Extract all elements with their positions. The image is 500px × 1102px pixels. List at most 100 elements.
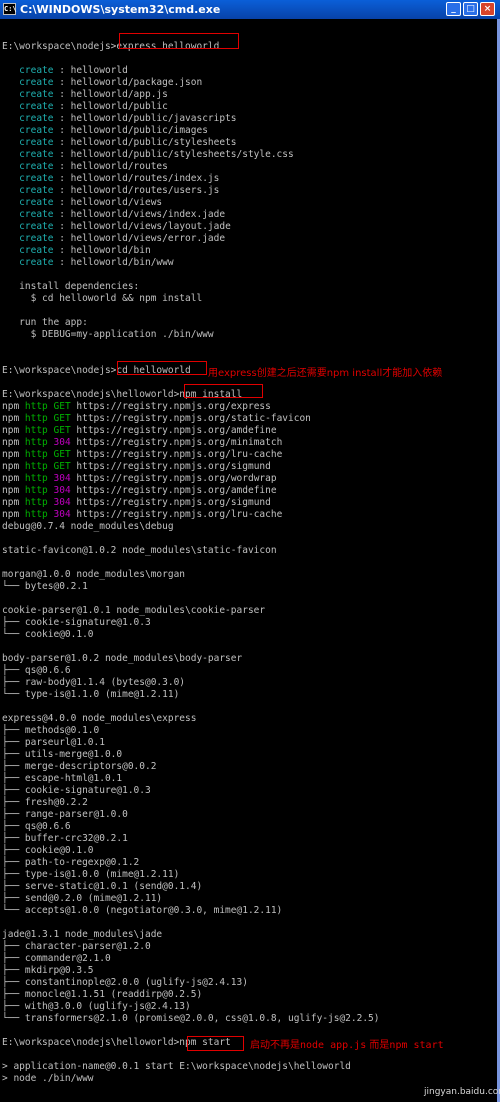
keyword-http: http — [24, 485, 48, 496]
console-line: create : helloworld/views/layout.jade — [2, 221, 231, 232]
keyword-create: create — [2, 89, 54, 100]
window-title: C:\WINDOWS\system32\cmd.exe — [20, 3, 221, 16]
console-line: $ cd helloworld && npm install — [2, 293, 203, 304]
keyword-create: create — [2, 221, 54, 232]
highlight-express-helloworld — [119, 33, 239, 49]
console-line: npm http GET https://registry.npmjs.org/… — [2, 425, 277, 436]
annotation-note-start: 启动不再是node app.js 而是npm start — [250, 1036, 444, 1051]
console-line: $ DEBUG=my-application ./bin/www — [2, 329, 214, 340]
console-line: ├── path-to-regexp@0.1.2 — [2, 857, 140, 868]
minimize-button[interactable]: _ — [446, 2, 461, 16]
console-line: ├── with@3.0.0 (uglify-js@2.4.13) — [2, 1001, 191, 1012]
console-line: ├── qs@0.6.6 — [2, 821, 71, 832]
console-line: create : helloworld/views — [2, 197, 163, 208]
console-line: create : helloworld/routes — [2, 161, 168, 172]
console-line: └── type-is@1.1.0 (mime@1.2.11) — [2, 689, 180, 700]
highlight-npm-start — [187, 1036, 244, 1051]
console-line: ├── monocle@1.1.51 (readdirp@0.2.5) — [2, 989, 203, 1000]
console-line: ├── mkdirp@0.3.5 — [2, 965, 94, 976]
console-line: npm http 304 https://registry.npmjs.org/… — [2, 437, 283, 448]
keyword-create: create — [2, 161, 54, 172]
keyword-http: http — [24, 401, 48, 412]
console-line: > application-name@0.0.1 start E:\worksp… — [2, 1061, 351, 1072]
console-line: ├── character-parser@1.2.0 — [2, 941, 151, 952]
console-line: create : helloworld/views/index.jade — [2, 209, 226, 220]
console-line: └── bytes@0.2.1 — [2, 581, 88, 592]
console-line: ├── methods@0.1.0 — [2, 725, 100, 736]
console-line: npm http GET https://registry.npmjs.org/… — [2, 413, 311, 424]
keyword-http: http — [24, 413, 48, 424]
console-line: ├── cookie-signature@1.0.3 — [2, 785, 151, 796]
console-line: ├── range-parser@1.0.0 — [2, 809, 128, 820]
close-button[interactable]: × — [480, 2, 495, 16]
note-start-c: 而是 — [366, 1040, 390, 1051]
highlight-npm-install — [184, 384, 263, 398]
keyword-create: create — [2, 185, 54, 196]
console-line: npm http 304 https://registry.npmjs.org/… — [2, 473, 277, 484]
console-line: ├── cookie@0.1.0 — [2, 845, 94, 856]
http-status: GET — [47, 413, 71, 424]
keyword-create: create — [2, 137, 54, 148]
keyword-create: create — [2, 245, 54, 256]
console-line: create : helloworld/routes/users.js — [2, 185, 220, 196]
console-line: npm http 304 https://registry.npmjs.org/… — [2, 509, 283, 520]
http-status: 304 — [47, 485, 71, 496]
console-line: ├── parseurl@1.0.1 — [2, 737, 105, 748]
console-line: npm http 304 https://registry.npmjs.org/… — [2, 485, 277, 496]
console-line: static-favicon@1.0.2 node_modules\static… — [2, 545, 277, 556]
console-line: run the app: — [2, 317, 88, 328]
console-line: ├── escape-html@1.0.1 — [2, 773, 123, 784]
console-line: ├── utils-merge@1.0.0 — [2, 749, 123, 760]
console-line: npm http GET https://registry.npmjs.org/… — [2, 449, 283, 460]
console-line: create : helloworld — [2, 65, 128, 76]
maximize-button[interactable]: □ — [463, 2, 478, 16]
keyword-http: http — [24, 509, 48, 520]
console-line: ├── commander@2.1.0 — [2, 953, 111, 964]
console-line: ├── cookie-signature@1.0.3 — [2, 617, 151, 628]
console-line: npm http GET https://registry.npmjs.org/… — [2, 461, 271, 472]
http-status: 304 — [47, 497, 71, 508]
keyword-create: create — [2, 209, 54, 220]
keyword-create: create — [2, 197, 54, 208]
console-line: create : helloworld/views/error.jade — [2, 233, 226, 244]
keyword-create: create — [2, 149, 54, 160]
console-line: ├── send@0.2.0 (mime@1.2.11) — [2, 893, 163, 904]
keyword-http: http — [24, 497, 48, 508]
keyword-create: create — [2, 65, 54, 76]
keyword-create: create — [2, 125, 54, 136]
http-status: 304 — [47, 509, 71, 520]
console-line: ├── raw-body@1.1.4 (bytes@0.3.0) — [2, 677, 186, 688]
keyword-http: http — [24, 437, 48, 448]
keyword-create: create — [2, 77, 54, 88]
console-line: ├── type-is@1.0.0 (mime@1.2.11) — [2, 869, 180, 880]
keyword-create: create — [2, 113, 54, 124]
note-start-d: npm start — [389, 1040, 444, 1051]
http-status: 304 — [47, 473, 71, 484]
console-line: create : helloworld/public/images — [2, 125, 208, 136]
title-bar[interactable]: C:\ C:\WINDOWS\system32\cmd.exe _ □ × — [0, 0, 500, 19]
keyword-http: http — [24, 425, 48, 436]
console-line: install dependencies: — [2, 281, 140, 292]
console-line: ├── buffer-crc32@0.2.1 — [2, 833, 128, 844]
keyword-create: create — [2, 173, 54, 184]
keyword-http: http — [24, 461, 48, 472]
http-status: 304 — [47, 437, 71, 448]
console-line: body-parser@1.0.2 node_modules\body-pars… — [2, 653, 243, 664]
console-line: create : helloworld/bin — [2, 245, 151, 256]
console-line: npm http GET https://registry.npmjs.org/… — [2, 401, 271, 412]
console-line: jade@1.3.1 node_modules\jade — [2, 929, 163, 940]
console-line: npm http 304 https://registry.npmjs.org/… — [2, 497, 271, 508]
cmd-window: C:\ C:\WINDOWS\system32\cmd.exe _ □ × E:… — [0, 0, 500, 1102]
console-line: └── accepts@1.0.0 (negotiator@0.3.0, mim… — [2, 905, 283, 916]
console-output[interactable]: E:\workspace\nodejs>express helloworld c… — [2, 21, 492, 1102]
highlight-cd-helloworld — [117, 361, 207, 375]
http-status: GET — [47, 401, 71, 412]
keyword-create: create — [2, 101, 54, 112]
console-line: create : helloworld/bin/www — [2, 257, 174, 268]
http-status: GET — [47, 449, 71, 460]
cmd-icon[interactable]: C:\ — [3, 3, 17, 15]
console-line: ├── qs@0.6.6 — [2, 665, 71, 676]
console-line: express@4.0.0 node_modules\express — [2, 713, 197, 724]
keyword-http: http — [24, 449, 48, 460]
console-line: create : helloworld/app.js — [2, 89, 168, 100]
